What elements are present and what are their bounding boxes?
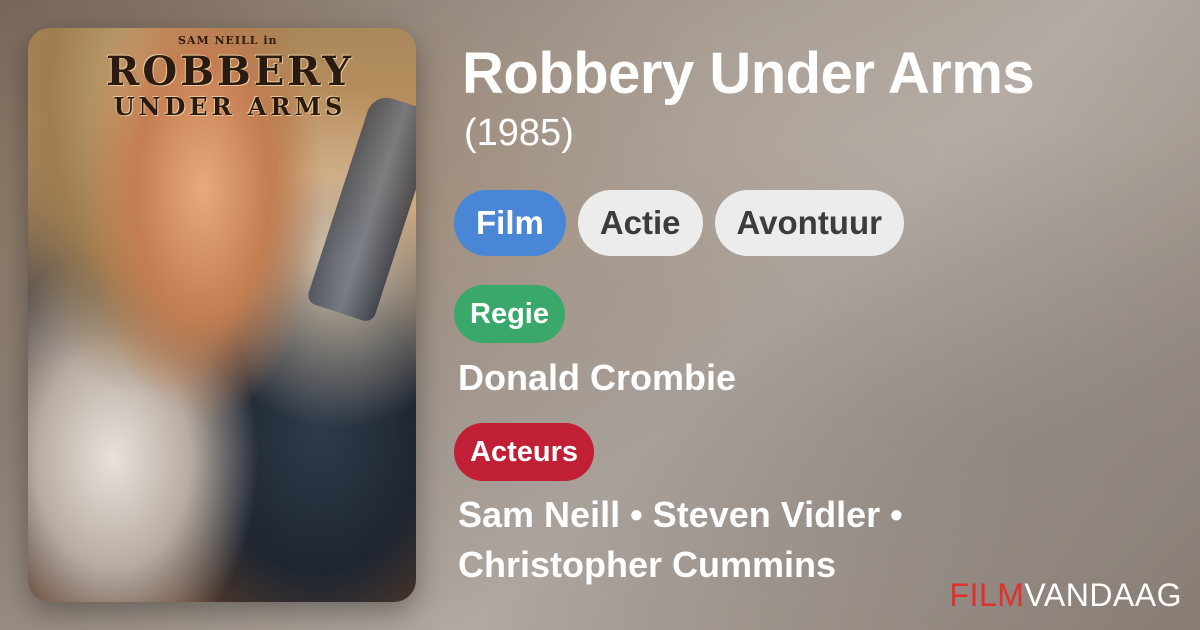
genre-list: Film Actie Avontuur — [454, 190, 904, 256]
poster-title-line2: UNDER ARMS — [113, 92, 347, 121]
poster-revolver-art — [305, 92, 416, 324]
share-card: SAM NEILL in ROBBERY UNDER ARMS Robbery … — [0, 0, 1200, 630]
movie-title: Robbery Under Arms — [462, 41, 1035, 106]
poster-title: ROBBERY UNDER ARMS — [70, 50, 390, 120]
filmvandaag-logo: FILMVANDAAG — [950, 577, 1183, 614]
director-name: Donald Crombie — [458, 357, 737, 398]
brand-part-film: FILM — [949, 577, 1025, 613]
actors-list: Sam Neill • Steven Vidler • Christopher … — [458, 494, 903, 585]
poster-top-credit: SAM NEILL in — [178, 34, 278, 47]
genre-pill-avontuur[interactable]: Avontuur — [714, 190, 904, 256]
movie-poster: SAM NEILL in ROBBERY UNDER ARMS — [28, 28, 416, 602]
brand-part-vandaag: VANDAAG — [1024, 577, 1182, 613]
acteurs-label: Acteurs — [454, 423, 594, 481]
movie-year: (1985) — [464, 112, 574, 154]
genre-pill-actie[interactable]: Actie — [577, 190, 703, 256]
movie-info: Robbery Under Arms (1985) Film Actie Avo… — [454, 0, 1200, 630]
poster-title-line1: ROBBERY — [106, 48, 354, 95]
regie-label: Regie — [454, 285, 565, 343]
genre-pill-film[interactable]: Film — [454, 190, 566, 256]
